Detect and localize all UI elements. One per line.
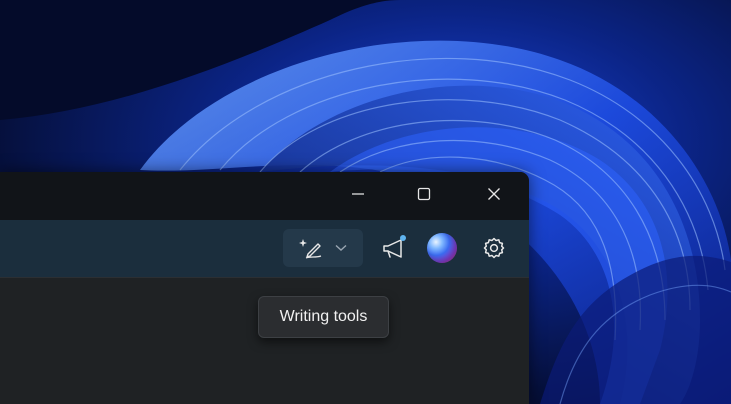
app-window bbox=[0, 172, 529, 404]
toolbar bbox=[0, 220, 529, 277]
close-icon bbox=[488, 188, 500, 200]
minimize-button[interactable] bbox=[332, 172, 384, 216]
gear-icon bbox=[483, 237, 505, 259]
tooltip-text: Writing tools bbox=[279, 308, 368, 325]
profile-button[interactable] bbox=[420, 229, 464, 267]
chevron-down-icon bbox=[335, 244, 347, 251]
avatar bbox=[427, 233, 457, 263]
maximize-icon bbox=[417, 187, 431, 201]
desktop: Writing tools bbox=[0, 0, 731, 404]
minimize-icon bbox=[352, 193, 364, 195]
close-button[interactable] bbox=[468, 172, 520, 216]
settings-button[interactable] bbox=[472, 229, 516, 267]
maximize-button[interactable] bbox=[398, 172, 450, 216]
title-bar[interactable] bbox=[0, 172, 529, 220]
notification-dot bbox=[400, 235, 406, 241]
pen-sparkle-icon bbox=[299, 239, 322, 259]
whats-new-button[interactable] bbox=[372, 229, 416, 267]
writing-tools-tooltip: Writing tools bbox=[258, 296, 389, 338]
writing-tools-button[interactable] bbox=[283, 229, 363, 267]
